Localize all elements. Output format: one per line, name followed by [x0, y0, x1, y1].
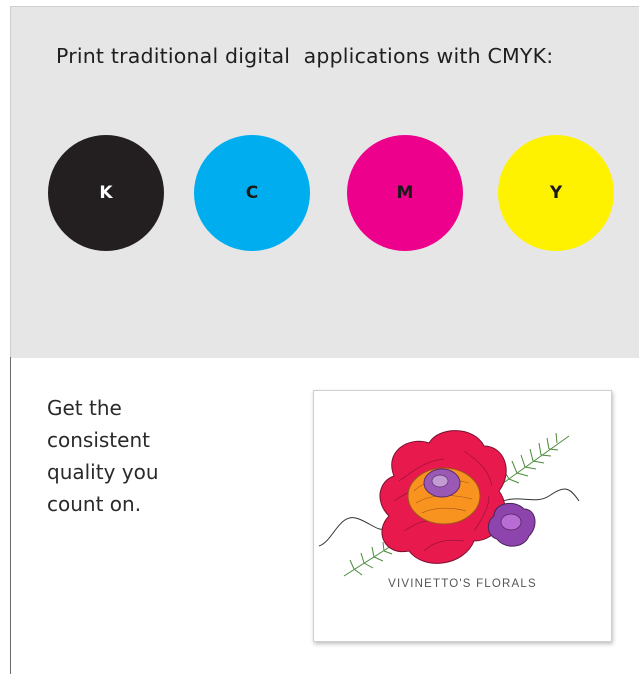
floral-logo-illustration: [318, 430, 580, 577]
swatch-black: K: [48, 135, 164, 251]
swatch-magenta: M: [347, 135, 463, 251]
swatch-cyan: C: [194, 135, 310, 251]
headline: Print traditional digital applications w…: [56, 44, 554, 68]
tagline: Get the consistent quality you count on.: [47, 392, 197, 520]
tagline-line: Get the: [47, 396, 122, 420]
logo-card: VIVINETTO'S FLORALS: [313, 390, 612, 642]
tagline-line: quality you: [47, 460, 159, 484]
swatch-yellow: Y: [498, 135, 614, 251]
tagline-line: consistent: [47, 428, 150, 452]
swatch-label-m: M: [396, 183, 414, 203]
tagline-line: count on.: [47, 492, 142, 516]
swatch-label-c: C: [245, 183, 259, 203]
swatch-label-y: Y: [549, 183, 563, 203]
divider-line: [10, 357, 11, 674]
logo-wordmark: VIVINETTO'S FLORALS: [388, 578, 537, 590]
swatch-label-k: K: [99, 183, 113, 203]
